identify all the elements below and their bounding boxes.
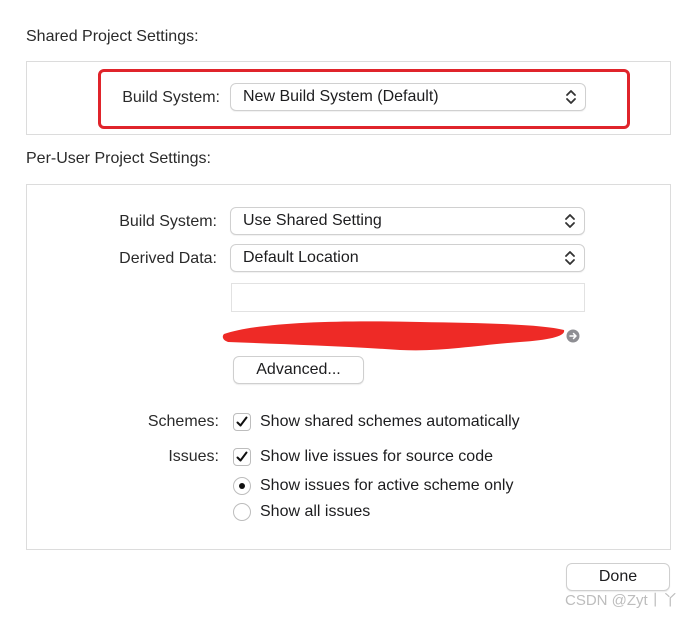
advanced-button[interactable]: Advanced... — [233, 356, 364, 384]
derived-data-value: Default Location — [243, 249, 359, 266]
derived-data-path-field[interactable] — [231, 283, 585, 312]
issues-all-radio[interactable] — [233, 503, 251, 521]
shared-build-system-value: New Build System (Default) — [243, 88, 439, 105]
shared-settings-title: Shared Project Settings: — [26, 28, 199, 45]
chevron-up-down-icon — [565, 251, 575, 265]
schemes-label: Schemes: — [147, 413, 219, 430]
issues-live-checkbox[interactable] — [233, 448, 251, 466]
chevron-up-down-icon — [566, 90, 576, 104]
derived-data-popup[interactable]: Default Location — [230, 244, 585, 272]
checkmark-icon — [236, 451, 248, 462]
per-user-build-system-popup[interactable]: Use Shared Setting — [230, 207, 585, 235]
shared-build-system-popup[interactable]: New Build System (Default) — [230, 83, 586, 111]
issues-active-scheme-label: Show issues for active scheme only — [260, 477, 514, 494]
issues-live-option-label: Show live issues for source code — [260, 448, 493, 465]
schemes-checkbox[interactable] — [233, 413, 251, 431]
schemes-option-label: Show shared schemes automatically — [260, 413, 520, 430]
done-button[interactable]: Done — [566, 563, 670, 591]
derived-data-label: Derived Data: — [119, 250, 217, 267]
watermark-text: CSDN @Zyt丨丫 — [565, 592, 678, 609]
shared-build-system-label: Build System: — [122, 89, 220, 106]
arrow-circle-right-icon[interactable] — [566, 329, 580, 343]
issues-active-scheme-radio[interactable] — [233, 477, 251, 495]
per-user-settings-title: Per-User Project Settings: — [26, 150, 211, 167]
per-user-build-system-label: Build System: — [119, 213, 217, 230]
per-user-build-system-value: Use Shared Setting — [243, 212, 382, 229]
checkmark-icon — [236, 416, 248, 427]
issues-all-label: Show all issues — [260, 503, 371, 520]
redaction-scribble — [222, 321, 565, 351]
chevron-up-down-icon — [565, 214, 575, 228]
issues-label: Issues: — [168, 448, 219, 465]
